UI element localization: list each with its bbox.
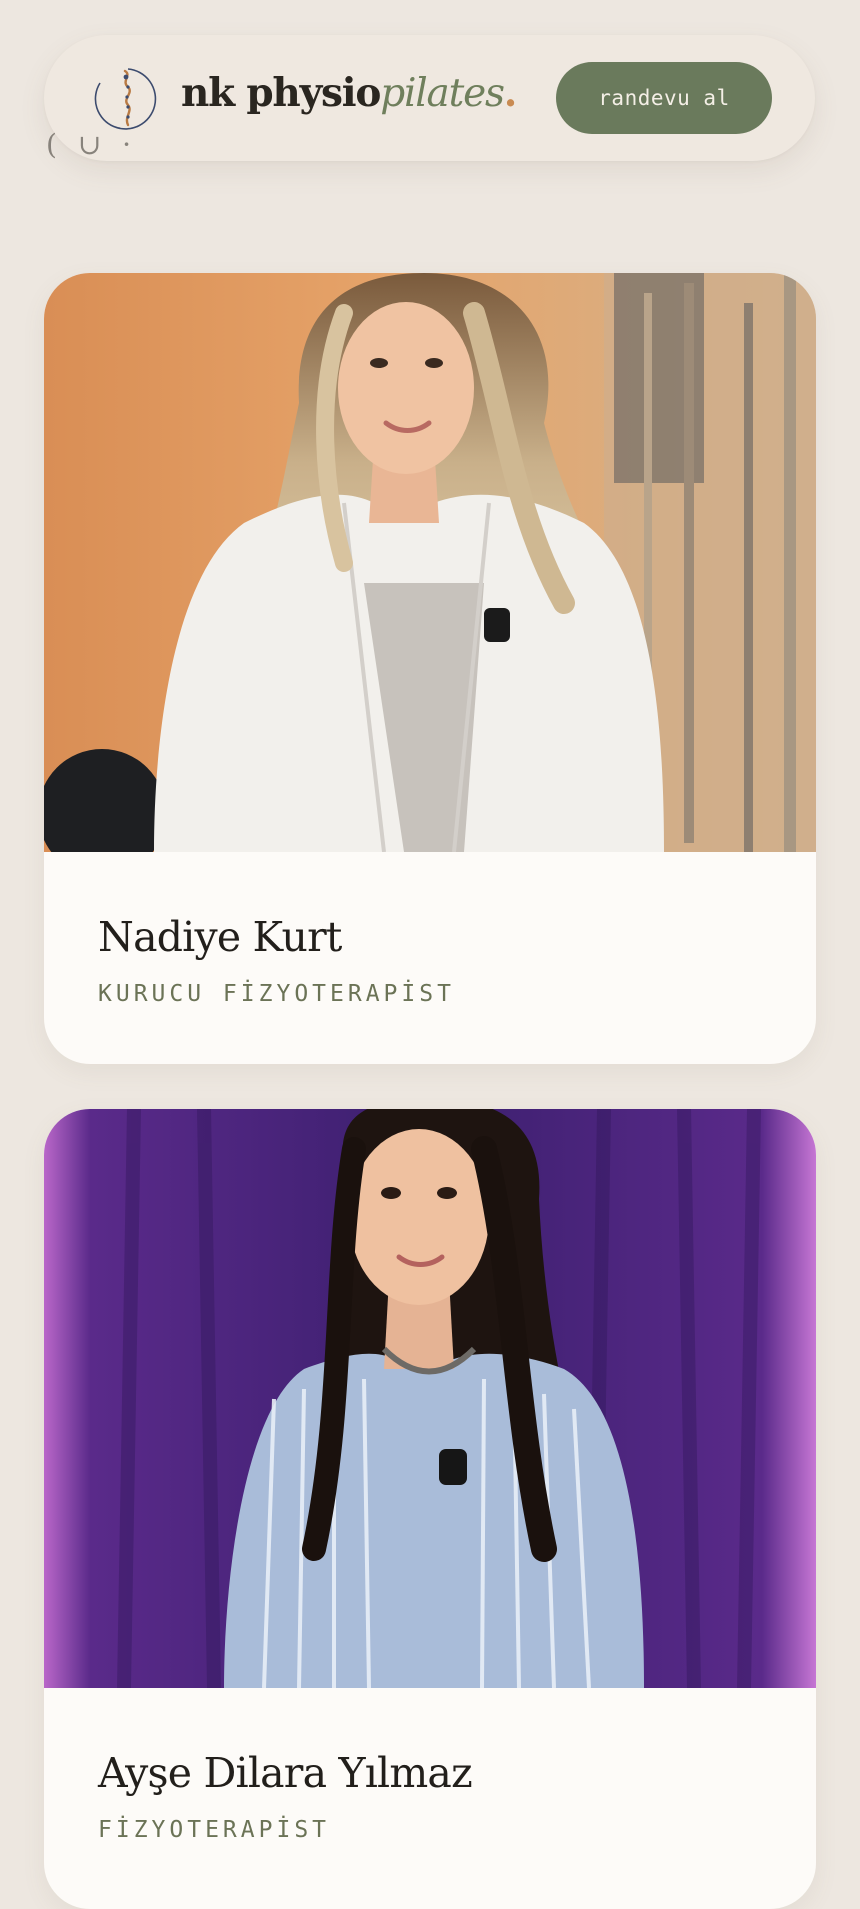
spine-logo-icon[interactable] <box>88 61 162 135</box>
site-header: nk physiopilates. randevu al <box>44 35 815 161</box>
team-member-role: FİZYOTERAPİST <box>98 1817 331 1843</box>
brand-dot: . <box>503 70 518 116</box>
team-member-role: KURUCU FİZYOTERAPİST <box>98 981 455 1007</box>
brand-accent-text: pilates <box>380 71 505 116</box>
brand-wordmark[interactable]: nk physiopilates. <box>181 68 518 120</box>
team-member-name: Ayşe Dilara Yılmaz <box>98 1749 473 1797</box>
book-appointment-button[interactable]: randevu al <box>556 62 772 134</box>
brand-main-text: nk physio <box>181 70 381 116</box>
decorative-cursive-glyph: ( ∪ · <box>46 128 138 161</box>
team-member-photo <box>44 273 816 852</box>
team-member-card[interactable]: Ayşe Dilara Yılmaz FİZYOTERAPİST <box>44 1109 816 1909</box>
team-member-name: Nadiye Kurt <box>98 913 342 961</box>
team-member-photo <box>44 1109 816 1688</box>
team-member-card[interactable]: Nadiye Kurt KURUCU FİZYOTERAPİST <box>44 273 816 1064</box>
